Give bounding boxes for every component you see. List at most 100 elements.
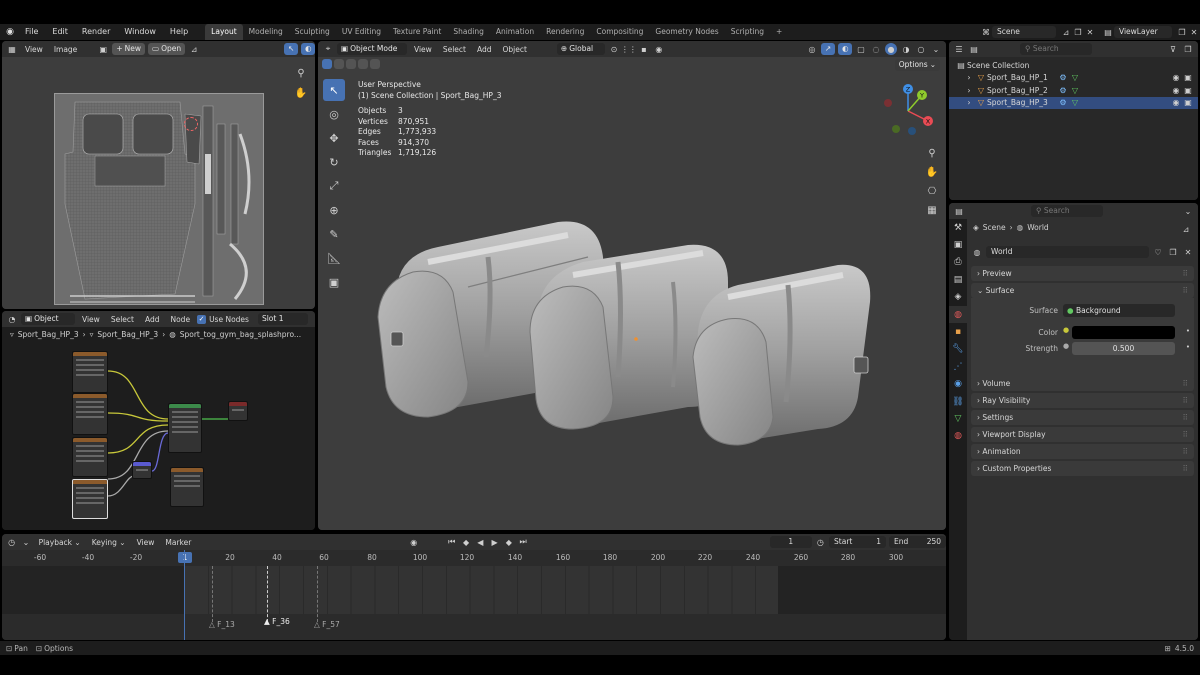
workspace-tab-texture-paint[interactable]: Texture Paint [387,24,447,40]
visibility-eye-icon[interactable]: ◉ [1170,97,1182,109]
menu-view[interactable]: View [78,315,104,324]
uv-canvas-area[interactable]: ⚲ ✋ [2,57,315,309]
menu-image[interactable]: Image [50,45,82,54]
render-tab-icon[interactable]: ▣ [949,236,967,253]
keyframe-dot-icon[interactable]: • [1186,327,1190,335]
2d-cursor-icon[interactable] [184,117,198,131]
jump-to-start-icon[interactable]: ⏮ [446,536,457,548]
auto-keying-icon[interactable]: ◉ [408,536,419,548]
pin-icon[interactable]: ⊿ [1060,26,1072,38]
scene-icon[interactable]: ⌘ [980,26,992,38]
orthographic-grid-icon[interactable]: ▦ [924,202,940,218]
display-mode-icon[interactable]: ▤ [968,43,980,55]
section-volume[interactable]: › Volume ⠿ [971,376,1194,391]
timeline-ruler[interactable]: -60 -40 -20 20 40 60 80 100 120 140 160 … [2,550,946,564]
pin-image-icon[interactable]: ⊿ [188,43,200,55]
section-preview[interactable]: › Preview ⠿ [971,266,1194,281]
world-browse-icon[interactable]: ◍ [971,246,983,258]
view-layer-tab-icon[interactable]: ▤ [949,271,967,288]
object-tab-icon[interactable]: ▪ [949,323,967,340]
overlay-icon[interactable]: ◐ [838,43,852,55]
menu-view[interactable]: View [410,45,436,54]
image-texture-node-selected[interactable] [72,479,108,519]
section-custom-properties[interactable]: › Custom Properties ⠿ [971,461,1194,476]
unlink-icon[interactable]: ✕ [1182,246,1194,258]
material-shading-icon[interactable]: ◑ [900,43,912,55]
drag-handle-icon[interactable]: ⠿ [1183,379,1189,388]
menu-marker[interactable]: Marker [161,538,195,547]
delete-view-layer-icon[interactable]: ✕ [1188,26,1200,38]
output-tab-icon[interactable]: ⎙ [949,254,967,271]
blender-logo-icon[interactable]: ◉ [2,24,18,40]
color-socket-icon[interactable]: ● [1063,326,1069,334]
use-nodes-toggle[interactable]: ✓ Use Nodes [197,314,249,324]
snap-icon[interactable]: ⋮⋮ [621,43,637,55]
scene-tab-icon[interactable]: ◈ [949,289,967,306]
outliner-row-scene-collection[interactable]: ▤ Scene Collection [949,59,1198,72]
editor-type-icon[interactable]: ⌖ [322,43,334,55]
menu-help[interactable]: Help [163,24,195,40]
menu-playback[interactable]: Playback ⌄ [35,538,85,547]
color-swatch[interactable] [1072,326,1175,339]
camera-view-icon[interactable]: ⎔ [924,183,940,199]
play-reverse-icon[interactable]: ◀ [475,536,486,548]
workspace-tab-layout[interactable]: Layout [205,24,243,40]
workspace-tab-geometry-nodes[interactable]: Geometry Nodes [649,24,724,40]
section-settings[interactable]: › Settings ⠿ [971,410,1194,425]
playhead-line[interactable] [184,550,185,640]
workspace-tab-rendering[interactable]: Rendering [540,24,590,40]
render-camera-icon[interactable]: ▣ [1182,84,1194,96]
image-texture-node[interactable] [72,437,108,477]
outliner-search-input[interactable]: ⚲ Search [1020,43,1092,55]
menu-window[interactable]: Window [117,24,163,40]
render-camera-icon[interactable]: ▣ [1182,97,1194,109]
principled-bsdf-node[interactable] [168,403,202,453]
play-icon[interactable]: ▶ [489,536,500,548]
uv-layout-canvas[interactable] [54,93,264,305]
physics-tab-icon[interactable]: ◉ [949,376,967,393]
workspace-tab-compositing[interactable]: Compositing [590,24,649,40]
workspace-tab-animation[interactable]: Animation [490,24,540,40]
preview-range-clock-icon[interactable]: ◷ [815,536,826,548]
menu-keying[interactable]: Keying ⌄ [88,538,130,547]
image-texture-node[interactable] [72,393,108,435]
expand-arrow-icon[interactable]: › [963,97,975,109]
jump-to-keyframe-forward-icon[interactable]: ◆ [503,536,514,548]
outliner-row-object[interactable]: › ▽ Sport_Bag_HP_2 ⚙ ▽ ◉ ▣ [949,84,1198,97]
world-name-field[interactable]: World [986,246,1149,258]
editor-type-icon[interactable]: ▦ [6,43,18,55]
object-type-dropdown[interactable]: ▣ Object [21,313,75,325]
value-socket-icon[interactable]: ● [1063,342,1069,350]
node-canvas[interactable] [2,341,315,530]
end-frame-field[interactable]: End 250 [889,536,946,548]
menu-view[interactable]: View [21,45,47,54]
workspace-tab-modeling[interactable]: Modeling [243,24,289,40]
uv-select-mode-icon[interactable]: ↖ [284,43,298,55]
section-ray-visibility[interactable]: › Ray Visibility ⠿ [971,393,1194,408]
expand-arrow-icon[interactable]: › [963,84,975,96]
scene-field[interactable]: Scene [992,26,1056,38]
tool-tab-icon[interactable]: ⚒ [949,219,967,236]
render-camera-icon[interactable]: ▣ [1182,72,1194,84]
chevron-down-icon[interactable]: ⌄ [1182,205,1194,217]
mode-dropdown[interactable]: ▣ Object Mode [337,43,407,55]
marker-f36[interactable]: ▲ F_36 [264,617,290,626]
outliner-tree[interactable]: ▤ Scene Collection › ▽ Sport_Bag_HP_1 ⚙ … [949,57,1198,200]
pan-hand-icon[interactable]: ✋ [924,164,940,180]
image-texture-node[interactable] [72,351,108,393]
wireframe-shading-icon[interactable]: ◌ [870,43,882,55]
pin-icon[interactable]: ⊿ [1180,223,1192,235]
zoom-icon[interactable]: ⚲ [924,145,940,161]
pivot-icon[interactable]: ⊙ [608,43,620,55]
drag-handle-icon[interactable]: ⠿ [1183,396,1189,405]
workspace-tab-shading[interactable]: Shading [447,24,489,40]
delete-scene-icon[interactable]: ✕ [1084,26,1096,38]
start-frame-field[interactable]: Start 1 [829,536,887,548]
material-tab-icon[interactable]: ◍ [949,428,967,445]
section-viewport-display[interactable]: › Viewport Display ⠿ [971,427,1194,442]
menu-node[interactable]: Node [166,315,194,324]
duplicate-icon[interactable]: ❐ [1167,246,1179,258]
menu-render[interactable]: Render [75,24,117,40]
add-workspace-button[interactable]: + [770,24,788,40]
material-output-node[interactable] [228,401,248,421]
